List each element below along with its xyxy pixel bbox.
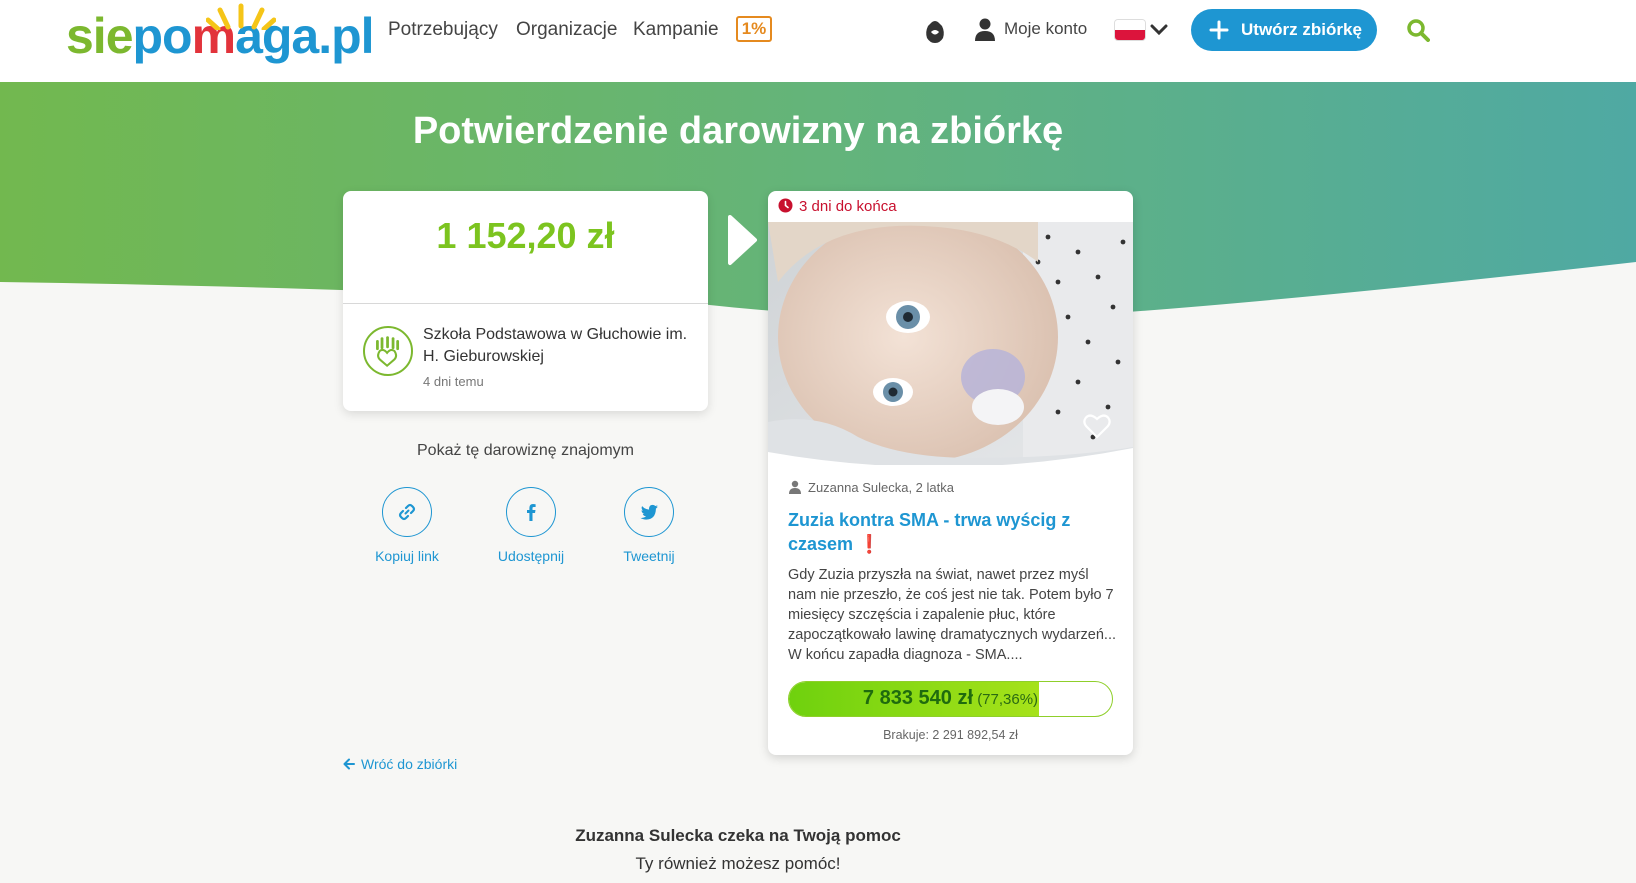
- plus-icon: [1209, 20, 1229, 40]
- arrow-left-icon: [343, 758, 355, 770]
- campaign-card[interactable]: 3 dni do końca Zuzanna Sulecka, 2 latka …: [768, 191, 1133, 755]
- donation-amount: 1 152,20 zł: [436, 215, 615, 256]
- logo-text-1: sie: [66, 8, 134, 64]
- twitter-share-button[interactable]: [624, 487, 674, 537]
- site-logo[interactable]: siepomaga.pl: [66, 3, 375, 66]
- search-icon[interactable]: [1406, 18, 1430, 42]
- deadline-text: 3 dni do końca: [799, 198, 897, 215]
- nav-organizacje[interactable]: Organizacje: [516, 18, 617, 42]
- back-link-label: Wróć do zbiórki: [361, 756, 458, 772]
- progress-text: 7 833 540 zł (77,36%): [789, 682, 1112, 716]
- raised-amount: 7 833 540 zł: [862, 687, 974, 709]
- help-subheading: Ty również możesz pomóc!: [635, 854, 841, 873]
- chevron-down-icon[interactable]: [1150, 22, 1168, 38]
- twitter-icon: [640, 504, 658, 520]
- twitter-share-label[interactable]: Tweetnij: [589, 548, 709, 564]
- beneficiary-text: Zuzanna Sulecka, 2 latka: [808, 480, 954, 495]
- polish-flag-icon[interactable]: [1115, 20, 1145, 40]
- exclamation-icon: ❗: [858, 534, 881, 554]
- campaign-description: Gdy Zuzia przyszła na świat, nawet przez…: [788, 567, 1117, 663]
- create-fundraiser-label: Utwórz zbiórkę: [1241, 20, 1362, 39]
- organization-name[interactable]: Szkoła Podstawowa w Głuchowie im. H. Gie…: [423, 324, 693, 368]
- donation-bag-icon[interactable]: [924, 18, 946, 44]
- site-header: siepomaga.pl Potrzebujący Organizacje Ka…: [0, 0, 1636, 82]
- beneficiary-info: Zuzanna Sulecka, 2 latka: [788, 480, 954, 495]
- campaign-photo[interactable]: [768, 222, 1133, 465]
- nav-kampanie[interactable]: Kampanie: [633, 18, 719, 42]
- link-icon: [398, 503, 416, 521]
- donation-time: 4 dni temu: [423, 374, 484, 389]
- hands-heart-icon: [376, 336, 400, 368]
- copy-link-label[interactable]: Kopiuj link: [347, 548, 467, 564]
- campaign-title[interactable]: Zuzia kontra SMA - trwa wyścig z czasem …: [788, 508, 1113, 556]
- facebook-share-button[interactable]: [506, 487, 556, 537]
- copy-link-button[interactable]: [382, 487, 432, 537]
- sun-logo-icon: [206, 3, 276, 30]
- page-title: Potwierdzenie darowizny na zbiórkę: [412, 110, 1064, 152]
- nav-potrzebujacy[interactable]: Potrzebujący: [388, 18, 498, 42]
- missing-amount: Brakuje: 2 291 892,54 zł: [883, 728, 1018, 742]
- organization-avatar[interactable]: [363, 326, 413, 376]
- create-fundraiser-button[interactable]: Utwórz zbiórkę: [1191, 9, 1377, 51]
- help-heading: Zuzanna Sulecka czeka na Twoją pomoc: [575, 826, 901, 845]
- person-icon: [789, 480, 801, 494]
- progress-bar: 7 833 540 zł (77,36%): [788, 681, 1113, 717]
- logo-text-2: po: [132, 8, 193, 64]
- my-account-link[interactable]: Moje konto: [1004, 19, 1087, 39]
- back-to-fundraiser-link[interactable]: Wróć do zbiórki: [343, 756, 457, 772]
- heart-icon[interactable]: [1083, 413, 1111, 439]
- campaign-title-text: Zuzia kontra SMA - trwa wyścig z czasem: [788, 510, 1071, 554]
- divider: [343, 303, 708, 304]
- clock-icon: [778, 198, 793, 213]
- facebook-icon: [527, 504, 536, 521]
- donation-card: 1 152,20 zł Szkoła Podstawowa w Głuchowi…: [343, 191, 708, 411]
- facebook-share-label[interactable]: Udostępnij: [471, 548, 591, 564]
- user-icon[interactable]: [974, 18, 996, 42]
- raised-percent: (77,36%): [977, 691, 1039, 708]
- arrow-right-icon: [728, 215, 757, 265]
- deadline-badge: 3 dni do końca: [778, 197, 897, 217]
- share-title: Pokaż tę darowiznę znajomym: [417, 442, 634, 459]
- one-percent-link[interactable]: 1%: [736, 16, 772, 42]
